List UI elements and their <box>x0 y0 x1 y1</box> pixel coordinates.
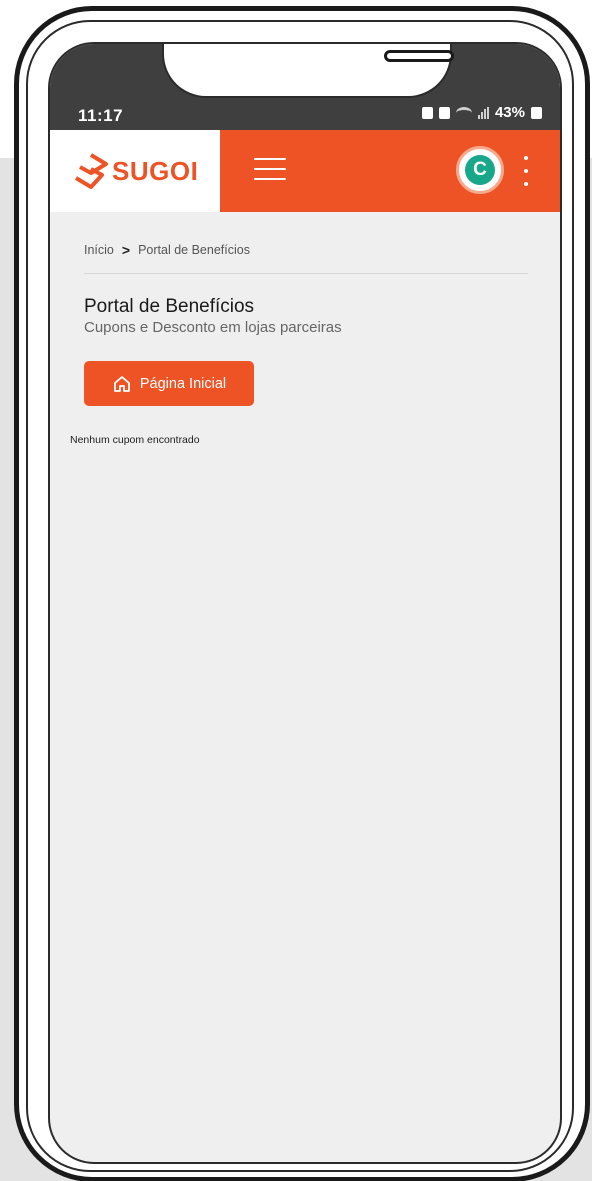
chevron-right-icon: > <box>121 242 131 258</box>
notification-icon <box>421 106 433 119</box>
home-icon <box>113 375 130 392</box>
divider <box>84 273 528 274</box>
avatar-initial: C <box>465 155 495 185</box>
breadcrumb-current: Portal de Benefícios <box>138 243 250 257</box>
alarm-icon <box>438 106 450 119</box>
empty-state-message: Nenhum cupom encontrado <box>70 434 200 446</box>
wifi-icon <box>455 106 472 119</box>
breadcrumb: Início > Portal de Benefícios <box>84 242 250 258</box>
brand-logo[interactable]: SUGOI <box>50 130 220 212</box>
user-avatar[interactable]: C <box>456 146 504 194</box>
status-time: 11:17 <box>78 106 124 125</box>
main-content: Início > Portal de Benefícios Portal de … <box>50 212 560 1162</box>
brand-name: SUGOI <box>112 155 199 186</box>
kebab-menu-icon[interactable] <box>520 156 532 186</box>
app-header: SUGOI C <box>50 130 560 212</box>
phone-screen: 11:17 43% SUGOI C Início > Portal de Ben… <box>48 42 562 1164</box>
signal-icon <box>477 106 489 119</box>
battery-percentage: 43% <box>494 104 525 121</box>
status-icons: 43% <box>421 104 542 121</box>
camera-notch <box>162 44 454 98</box>
page-subtitle: Cupons e Desconto em lojas parceiras <box>84 319 342 336</box>
status-bar: 11:17 43% <box>50 44 560 130</box>
battery-icon <box>531 106 542 119</box>
hamburger-menu-icon[interactable] <box>254 158 286 182</box>
home-page-button[interactable]: Página Inicial <box>84 361 254 406</box>
speaker-slot <box>384 50 454 62</box>
home-page-button-label: Página Inicial <box>139 375 227 392</box>
page-title: Portal de Benefícios <box>84 296 255 317</box>
sugoi-logo-icon <box>74 153 108 189</box>
breadcrumb-home-link[interactable]: Início <box>84 243 114 257</box>
